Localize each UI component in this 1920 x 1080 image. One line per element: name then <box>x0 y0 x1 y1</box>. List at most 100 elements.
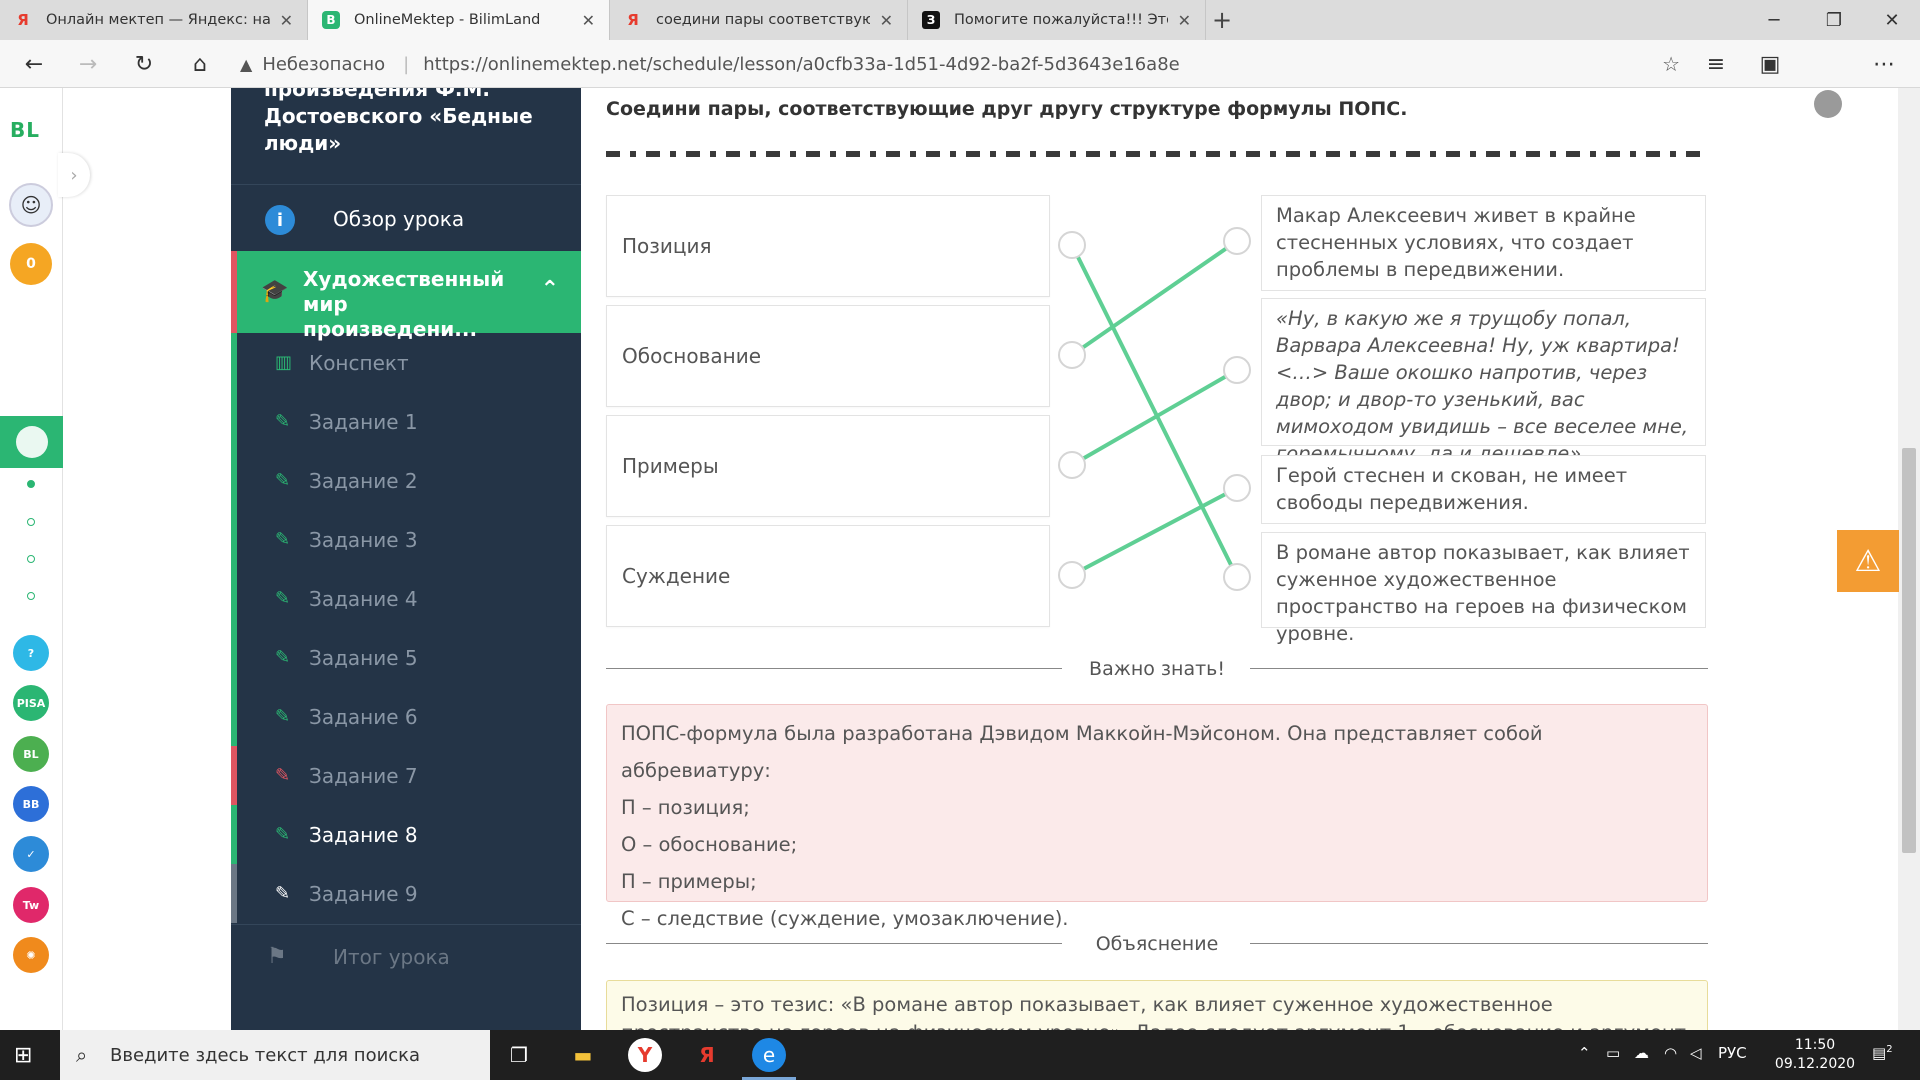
lesson-item-task-5[interactable]: ✎ Задание 5 <box>231 628 581 687</box>
znanija-icon: З <box>922 11 940 29</box>
security-label: Небезопасно <box>262 53 386 75</box>
close-tab-icon[interactable]: ✕ <box>1178 11 1191 30</box>
bilimland-app-icon[interactable]: BL <box>13 736 49 772</box>
browser-tab-2[interactable]: B OnlineMektep - BilimLand ✕ <box>308 0 610 40</box>
bilimbook-icon[interactable]: BB <box>13 786 49 822</box>
home-icon[interactable]: ⌂ <box>186 50 214 78</box>
lesson-item-task-3[interactable]: ✎ Задание 3 <box>231 510 581 569</box>
browser-tab-4[interactable]: З Помогите пожалуйста!!! Это в ✕ <box>908 0 1206 40</box>
lesson-item-konspekt[interactable]: ▥ Конспект <box>231 333 581 392</box>
chevron-up-icon[interactable]: ⌃ <box>541 277 559 302</box>
lesson-final[interactable]: ⚑ Итог урока <box>231 924 581 988</box>
edge-icon[interactable]: e <box>742 1038 796 1080</box>
edit-icon: ✎ <box>275 411 291 432</box>
lesson-item-task-8[interactable]: ✎ Задание 8 <box>231 805 581 864</box>
left-connector-2[interactable] <box>1058 341 1086 369</box>
pisa-icon[interactable]: PISA <box>13 685 49 721</box>
scrollbar-thumb[interactable] <box>1902 448 1916 853</box>
overview-label: Обзор урока <box>333 206 465 231</box>
favorites-icon[interactable]: ≡ <box>1702 50 1730 78</box>
maximize-icon[interactable]: ❐ <box>1806 0 1862 40</box>
left-connector-1[interactable] <box>1058 231 1086 259</box>
task-view-icon[interactable]: ❐ <box>502 1038 536 1072</box>
bilimland-logo[interactable]: BL <box>10 118 40 142</box>
taskbar-search[interactable]: ⌕ Введите здесь текст для поиска <box>60 1030 490 1080</box>
system-clock[interactable]: 11:50 09.12.2020 <box>1770 1036 1860 1074</box>
url-field[interactable]: ▲ Небезопасно | https://onlinemektep.net… <box>240 47 1680 81</box>
lesson-item-task-4[interactable]: ✎ Задание 4 <box>231 569 581 628</box>
user-avatar[interactable]: ☺ <box>9 183 53 227</box>
info-icon: i <box>265 205 295 235</box>
edit-icon: ✎ <box>275 765 291 786</box>
minimize-icon[interactable]: ─ <box>1746 0 1802 40</box>
lesson-item-task-1[interactable]: ✎ Задание 1 <box>231 392 581 451</box>
profile-avatar[interactable] <box>1814 90 1842 118</box>
edit-icon: ✎ <box>275 647 291 668</box>
rail-expand-icon[interactable]: › <box>58 153 90 197</box>
close-tab-icon[interactable]: ✕ <box>582 11 595 30</box>
battery-icon[interactable]: ▭ <box>1606 1044 1620 1062</box>
report-warning-icon[interactable]: ⚠ <box>1837 530 1899 592</box>
windows-start-icon[interactable]: ⊞ <box>14 1043 32 1068</box>
onedrive-icon[interactable]: ☁ <box>1634 1044 1649 1062</box>
new-tab-icon[interactable]: + <box>1212 6 1232 34</box>
browser-tab-3[interactable]: Я соедини пары соответствующи ✕ <box>610 0 908 40</box>
page-scrollbar[interactable] <box>1898 88 1920 1030</box>
lesson-sidebar: произведения Ф.М. Достоевского «Бедные л… <box>231 88 581 1030</box>
close-window-icon[interactable]: ✕ <box>1864 0 1920 40</box>
forward-icon[interactable]: → <box>74 50 102 78</box>
page-dot[interactable] <box>27 592 35 600</box>
chapter-label: Художественный мир произведени... <box>303 267 505 341</box>
favorite-star-icon[interactable]: ☆ <box>1662 52 1680 76</box>
more-menu-icon[interactable]: ⋯ <box>1870 50 1898 78</box>
book-icon: ▥ <box>275 352 293 373</box>
coins-badge[interactable]: 0 <box>10 243 52 285</box>
right-connector-3[interactable] <box>1223 474 1251 502</box>
edit-icon: ✎ <box>275 470 291 491</box>
file-explorer-icon[interactable]: ▬ <box>566 1038 600 1072</box>
volume-icon[interactable]: ◁ <box>1690 1044 1702 1062</box>
page-dot[interactable] <box>27 555 35 563</box>
yandex-browser-icon[interactable]: Y <box>628 1038 662 1072</box>
wifi-icon[interactable]: ◠ <box>1664 1044 1677 1062</box>
onlinemektep-app[interactable] <box>0 416 63 468</box>
reload-icon[interactable]: ↻ <box>130 50 158 78</box>
page-dot[interactable] <box>27 518 35 526</box>
close-tab-icon[interactable]: ✕ <box>880 11 893 30</box>
lesson-item-task-2[interactable]: ✎ Задание 2 <box>231 451 581 510</box>
lesson-item-task-9[interactable]: ✎ Задание 9 <box>231 864 581 923</box>
notifications-icon[interactable]: ▤2 <box>1872 1044 1893 1062</box>
left-connector-4[interactable] <box>1058 561 1086 589</box>
important-info-box: ПОПС-формула была разработана Дэвидом Ма… <box>606 704 1708 930</box>
collections-icon[interactable]: ▣ <box>1756 50 1784 78</box>
address-bar: ← → ↻ ⌂ ▲ Небезопасно | https://onlineme… <box>0 40 1920 118</box>
right-connector-4[interactable] <box>1223 563 1251 591</box>
twig-icon[interactable]: Tw <box>13 887 49 923</box>
windows-taskbar: ⊞ ⌕ Введите здесь текст для поиска ❐ ▬ Y… <box>0 1030 1920 1080</box>
connection-line-1 <box>1070 243 1239 579</box>
tab-title: OnlineMektep - BilimLand <box>354 12 541 28</box>
lesson-overview[interactable]: i Обзор урока <box>231 184 581 252</box>
mektep-icon[interactable]: ✺ <box>13 937 49 973</box>
left-connector-3[interactable] <box>1058 451 1086 479</box>
browser-tab-1[interactable]: Я Онлайн мектеп — Яндекс: наш ✕ <box>0 0 308 40</box>
help-icon[interactable]: ? <box>13 635 49 671</box>
chapter-header[interactable]: 🎓 Художественный мир произведени... ⌃ <box>231 251 581 341</box>
close-tab-icon[interactable]: ✕ <box>280 11 293 30</box>
yandex-icon: Я <box>17 11 29 29</box>
yandex-icon[interactable]: Я <box>690 1038 724 1072</box>
right-connector-2[interactable] <box>1223 356 1251 384</box>
app-rail: BL ☺ 0 ? PISA BL BB ✓ Tw ✺ <box>0 88 63 1030</box>
tray-chevron-icon[interactable]: ⌃ <box>1578 1044 1591 1062</box>
right-connector-1[interactable] <box>1223 227 1251 255</box>
lesson-item-task-7[interactable]: ✎ Задание 7 <box>231 746 581 805</box>
language-indicator[interactable]: РУС <box>1718 1044 1747 1062</box>
edit-icon: ✎ <box>275 883 291 904</box>
url-text: https://onlinemektep.net/schedule/lesson… <box>423 53 1180 75</box>
important-divider: Важно знать! <box>606 658 1708 680</box>
edit-icon: ✎ <box>275 588 291 609</box>
lesson-item-task-6[interactable]: ✎ Задание 6 <box>231 687 581 746</box>
page-dot[interactable] <box>27 480 35 488</box>
test-icon[interactable]: ✓ <box>13 836 49 872</box>
back-icon[interactable]: ← <box>20 50 48 78</box>
